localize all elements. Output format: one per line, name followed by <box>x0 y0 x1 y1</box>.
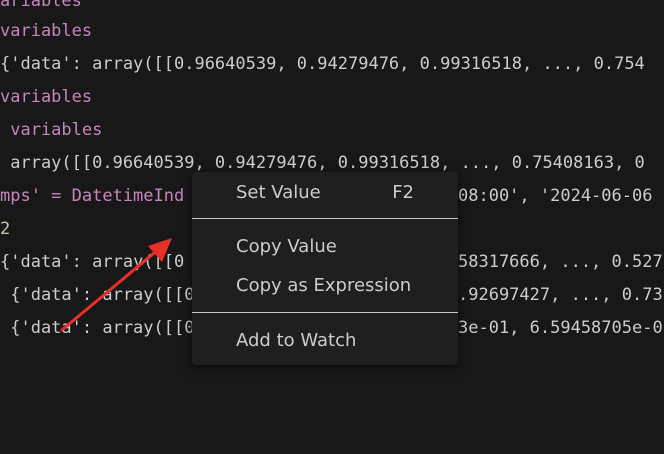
editor-root: ariables variables {'data': array([[0.96… <box>0 0 664 454</box>
code-line-data-array-tail: .92697427, ..., 0.73 <box>458 284 663 306</box>
code-line-data-array-tail: 58317666, ..., 0.527 <box>458 251 663 273</box>
menu-item-label: Copy as Expression <box>236 275 412 296</box>
menu-item-copy-value[interactable]: Copy Value <box>192 232 458 262</box>
code-text: {'data': array([[0.96640539, 0.94279476,… <box>0 54 645 74</box>
menu-separator <box>192 312 458 313</box>
menu-item-label: Add to Watch <box>236 330 357 351</box>
code-text: 08:00', '2024-06-06 <box>458 186 653 206</box>
context-menu: Set Value F2 Copy Value Copy as Expressi… <box>192 172 458 365</box>
code-text: {'data': array([[0 <box>0 285 195 305</box>
code-text: variables <box>0 87 93 107</box>
menu-item-label: Copy Value <box>236 236 337 257</box>
code-line-variables-partial: ariables <box>0 0 82 12</box>
menu-item-add-to-watch[interactable]: Add to Watch <box>192 326 458 356</box>
code-line-variables-indented: variables <box>0 119 102 141</box>
code-text: 2 <box>0 219 11 239</box>
code-text: mps' = DatetimeInd <box>0 186 185 206</box>
code-line-data-array: {'data': array([[0 <box>0 317 194 339</box>
menu-item-shortcut: F2 <box>392 182 414 203</box>
code-line-variables: variables <box>0 86 92 108</box>
code-line-timestamps: mps' = DatetimeInd <box>0 185 184 207</box>
code-line-timestamps-tail: 08:00', '2024-06-06 <box>458 185 652 207</box>
code-line-data-array: {'data': array([[0.96640539, 0.94279476,… <box>0 53 645 75</box>
code-text: {'data': array([[0 <box>0 318 195 338</box>
code-text: 3e-01, 6.59458705e-0 <box>458 318 663 338</box>
code-text: {'data': array([[0 <box>0 252 185 272</box>
menu-item-set-value[interactable]: Set Value F2 <box>192 178 458 208</box>
menu-separator <box>192 218 458 219</box>
code-text: array([[0.96640539, 0.94279476, 0.993165… <box>0 153 645 173</box>
code-line-data-array: {'data': array([[0 <box>0 251 184 273</box>
code-line-array: array([[0.96640539, 0.94279476, 0.993165… <box>0 152 645 174</box>
code-text: ariables <box>0 0 82 11</box>
code-text: .92697427, ..., 0.73 <box>458 285 663 305</box>
menu-item-label: Set Value <box>236 182 321 203</box>
code-text: variables <box>0 120 103 140</box>
menu-item-copy-as-expression[interactable]: Copy as Expression <box>192 271 458 301</box>
code-line-number: 2 <box>0 218 10 240</box>
code-line-data-array-tail: 3e-01, 6.59458705e-0 <box>458 317 663 339</box>
code-line-variables: variables <box>0 20 92 42</box>
code-text: variables <box>0 21 93 41</box>
code-text: 58317666, ..., 0.527 <box>458 252 663 272</box>
code-line-data-array: {'data': array([[0 <box>0 284 194 306</box>
